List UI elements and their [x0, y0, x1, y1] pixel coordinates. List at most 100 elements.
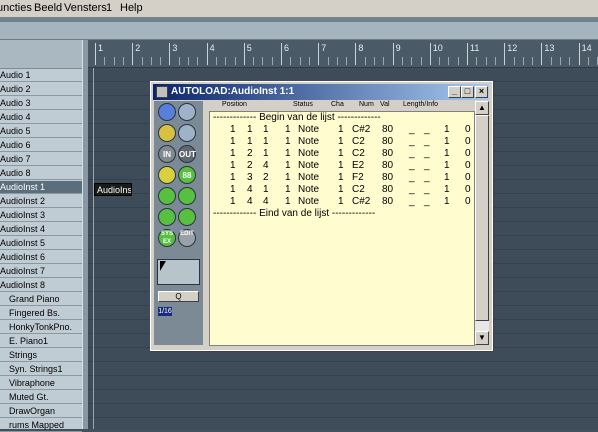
- event-row[interactable]: 1 4 4 1 Note 1 C#2 80 _ _ 1 0: [210, 196, 474, 208]
- title-bar[interactable]: AUTOLOAD:AudioInst 1:1 _ □ ×: [153, 84, 489, 100]
- ruler[interactable]: 1 2 3 4 5 6 7 8 9 10 11 12 13 14: [88, 40, 598, 68]
- scroll-up-button[interactable]: ▲: [475, 101, 489, 115]
- track-row[interactable]: Audio 6: [0, 139, 82, 152]
- beat-tick: [476, 57, 478, 65]
- track-row[interactable]: DrawOrgan: [0, 405, 82, 418]
- beat-tick: [262, 57, 264, 65]
- length-cell: _: [424, 148, 430, 159]
- end-marker-row[interactable]: ------------- Eind van de lijst --------…: [210, 208, 474, 220]
- track-row[interactable]: E. Piano1: [0, 335, 82, 348]
- fader-icon[interactable]: [158, 187, 176, 205]
- event-row[interactable]: 1 1 1 1 Note 1 C#2 80 _ _ 1 0: [210, 124, 474, 136]
- scissors-tool-icon[interactable]: [158, 124, 176, 142]
- vertical-scrollbar[interactable]: ▲ ▼: [475, 101, 489, 345]
- track-row[interactable]: AudioInst 1: [0, 181, 82, 194]
- track-row[interactable]: Fingered Bs.: [0, 307, 82, 320]
- track-row[interactable]: rums Mapped: [0, 419, 82, 432]
- quantize-value[interactable]: 1/16: [158, 307, 172, 316]
- event-row[interactable]: 1 2 4 1 Note 1 E2 80 _ _ 1 0: [210, 160, 474, 172]
- figure-icon[interactable]: [158, 208, 176, 226]
- info-cell: 0: [465, 148, 471, 159]
- glue-tool-icon[interactable]: [178, 124, 196, 142]
- event-row[interactable]: 1 4 1 1 Note 1 C2 80 _ _ 1 0: [210, 184, 474, 196]
- position-beat: 2: [247, 160, 253, 171]
- bar-number: 6: [284, 43, 290, 53]
- track-row[interactable]: Audio 1: [0, 69, 82, 82]
- length-cell: _: [424, 196, 430, 207]
- track-row[interactable]: HonkyTonkPno.: [0, 321, 82, 334]
- sysex-icon[interactable]: SYS EX: [158, 229, 176, 247]
- column-header[interactable]: Status: [293, 101, 313, 108]
- beat-tick: [401, 57, 403, 65]
- menu-windows[interactable]: Vensters: [64, 2, 107, 14]
- length-cell: _: [409, 172, 415, 183]
- bar-tick: [243, 43, 245, 65]
- column-header[interactable]: Num: [359, 101, 374, 108]
- figure2-icon[interactable]: [178, 208, 196, 226]
- eraser-tool-icon[interactable]: [178, 103, 196, 121]
- maximize-button[interactable]: □: [461, 86, 474, 98]
- track-row[interactable]: Audio 2: [0, 83, 82, 96]
- edit-icon[interactable]: EDIT: [178, 229, 196, 247]
- track-row[interactable]: Audio 7: [0, 153, 82, 166]
- event-list[interactable]: ------------- Begin van de lijst -------…: [209, 111, 475, 346]
- event-row[interactable]: 1 2 1 1 Note 1 C2 80 _ _ 1 0: [210, 148, 474, 160]
- track-row[interactable]: Strings: [0, 349, 82, 362]
- audioinst-part[interactable]: AudioInst: [94, 183, 132, 196]
- scroll-thumb[interactable]: [475, 115, 489, 321]
- song-position-pointer[interactable]: [93, 68, 94, 429]
- track-row[interactable]: Audio 3: [0, 97, 82, 110]
- column-header[interactable]: Position: [222, 101, 247, 108]
- column-header[interactable]: Cha: [331, 101, 344, 108]
- bar-number: 8: [358, 43, 364, 53]
- note-number-cell: C2: [352, 136, 365, 147]
- track-row[interactable]: AudioInst 3: [0, 209, 82, 222]
- track-row[interactable]: AudioInst 2: [0, 195, 82, 208]
- column-header[interactable]: Val: [380, 101, 390, 108]
- length-cell: _: [409, 184, 415, 195]
- menu-view[interactable]: Beeld: [34, 2, 62, 14]
- begin-marker: ------------- Begin van de lijst -------…: [213, 112, 381, 123]
- event-row[interactable]: 1 1 1 1 Note 1 C2 80 _ _ 1 0: [210, 136, 474, 148]
- info-cell: 0: [465, 172, 471, 183]
- beat-tick: [532, 57, 534, 65]
- track-row[interactable]: AudioInst 5: [0, 237, 82, 250]
- bar-number: 2: [135, 43, 141, 53]
- track-row[interactable]: Syn. Strings1: [0, 363, 82, 376]
- eighty-eight-icon[interactable]: 88: [178, 166, 196, 184]
- in-button-icon[interactable]: IN: [158, 145, 176, 163]
- begin-marker-row[interactable]: ------------- Begin van de lijst -------…: [210, 112, 474, 124]
- track-row[interactable]: Vibraphone: [0, 377, 82, 390]
- track-row[interactable]: AudioInst 8: [0, 279, 82, 292]
- arrow-pointer-icon[interactable]: [160, 261, 166, 271]
- beat-tick: [113, 57, 115, 65]
- track-row[interactable]: Audio 4: [0, 111, 82, 124]
- track-row[interactable]: AudioInst 4: [0, 223, 82, 236]
- minimize-button[interactable]: _: [448, 86, 461, 98]
- note-icon[interactable]: [158, 166, 176, 184]
- position-tick: 1: [285, 160, 291, 171]
- track-row[interactable]: Muted Gt.: [0, 391, 82, 404]
- track-row[interactable]: AudioInst 7: [0, 265, 82, 278]
- menu-help[interactable]: Help: [120, 2, 143, 14]
- position-bar: 1: [230, 124, 236, 135]
- channel-cell: 1: [338, 124, 344, 135]
- position-sixteenth: 1: [263, 184, 269, 195]
- scroll-down-button[interactable]: ▼: [475, 331, 489, 345]
- beat-tick: [150, 57, 152, 65]
- fader2-icon[interactable]: [178, 187, 196, 205]
- out-button-icon[interactable]: OUT: [178, 145, 196, 163]
- bar-number: 12: [507, 43, 518, 53]
- column-header[interactable]: Length/Info: [403, 101, 438, 108]
- pointer-tool-icon[interactable]: [158, 103, 176, 121]
- menu-functions[interactable]: uncties: [0, 2, 32, 14]
- track-row[interactable]: Grand Piano: [0, 293, 82, 306]
- track-row[interactable]: Audio 5: [0, 125, 82, 138]
- track-row[interactable]: Audio 8: [0, 167, 82, 180]
- close-button[interactable]: ×: [475, 86, 488, 98]
- length-cell: _: [424, 160, 430, 171]
- track-row[interactable]: AudioInst 6: [0, 251, 82, 264]
- event-row[interactable]: 1 3 2 1 Note 1 F2 80 _ _ 1 0: [210, 172, 474, 184]
- menu-one[interactable]: 1: [106, 2, 112, 14]
- quantize-button[interactable]: Q: [158, 291, 199, 302]
